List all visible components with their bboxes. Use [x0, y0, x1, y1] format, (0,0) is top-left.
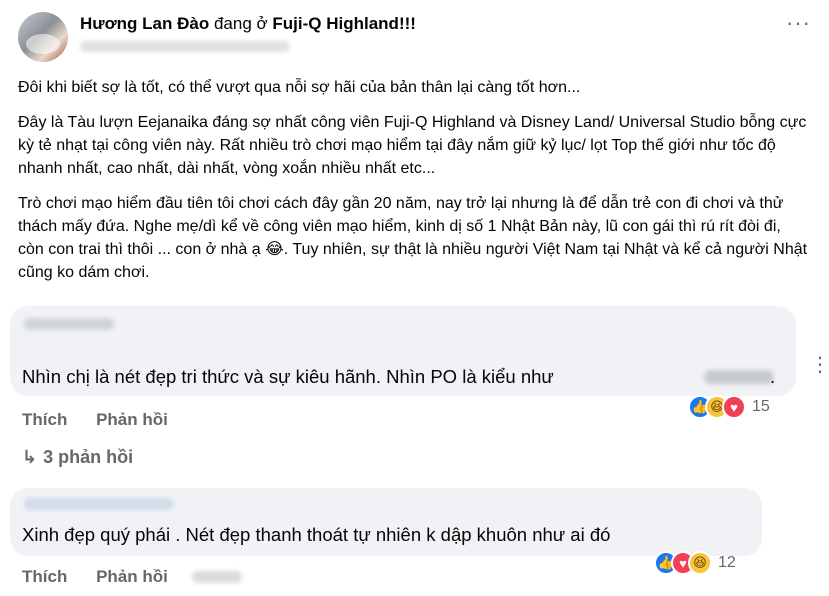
reply-button[interactable]: Phản hồi	[96, 410, 168, 429]
author-name[interactable]: Hương Lan Đào	[80, 14, 209, 33]
at-text: đang ở	[213, 14, 268, 33]
post-header: Hương Lan Đào đang ở Fuji-Q Highland!!!	[18, 10, 818, 70]
comment-actions: Thích Phản hồi	[22, 567, 192, 587]
comment-tail: .	[770, 366, 776, 387]
view-replies-button[interactable]: ↳ 3 phản hồi	[22, 447, 133, 468]
like-button[interactable]: Thích	[22, 410, 67, 429]
comment-actions: Thích Phản hồi	[22, 410, 192, 430]
commenter-name-blurred[interactable]	[24, 318, 114, 330]
more-options-icon[interactable]: ···	[786, 10, 811, 36]
reaction-count: 12	[718, 554, 736, 571]
comment-text: Xinh đẹp quý phái . Nét đẹp thanh thoát …	[22, 524, 611, 545]
comment-time-blurred	[192, 571, 242, 583]
post-meta-blurred	[80, 41, 290, 52]
comment-reactions[interactable]: 👍 ♥ 😆 12	[654, 551, 736, 575]
post-paragraph: Trò chơi mạo hiểm đầu tiên tôi chơi cách…	[18, 195, 808, 281]
comment-bubble: Nhìn chị là nét đẹp tri thức và sự kiêu …	[10, 306, 796, 396]
reply-arrow-icon: ↳	[22, 447, 38, 467]
reaction-count: 15	[752, 398, 770, 415]
comment-bubble: Xinh đẹp quý phái . Nét đẹp thanh thoát …	[10, 488, 762, 556]
post-paragraph: Đôi khi biết sợ là tốt, có thể vượt qua …	[18, 79, 581, 96]
like-button[interactable]: Thích	[22, 567, 67, 586]
haha-reaction-icon: 😆	[688, 551, 712, 575]
post-paragraph: Đây là Tàu lượn Eejanaika đáng sợ nhất c…	[18, 114, 807, 177]
comment-blurred-text	[704, 370, 774, 384]
replies-label: 3 phản hồi	[43, 447, 134, 467]
comment-more-icon[interactable]: ⋮	[810, 352, 829, 377]
post-author-line: Hương Lan Đào đang ở Fuji-Q Highland!!!	[80, 14, 416, 34]
comment-text: Nhìn chị là nét đẹp tri thức và sự kiêu …	[22, 366, 554, 387]
place-link[interactable]: Fuji-Q Highland!!!	[272, 14, 416, 33]
author-avatar[interactable]	[18, 12, 68, 62]
commenter-name-blurred[interactable]	[24, 498, 174, 510]
post-body: Đôi khi biết sợ là tốt, có thể vượt qua …	[18, 76, 808, 296]
love-reaction-icon: ♥	[722, 395, 746, 419]
reply-button[interactable]: Phản hồi	[96, 567, 168, 586]
comment-reactions[interactable]: 👍 😆 ♥ 15	[688, 395, 770, 419]
